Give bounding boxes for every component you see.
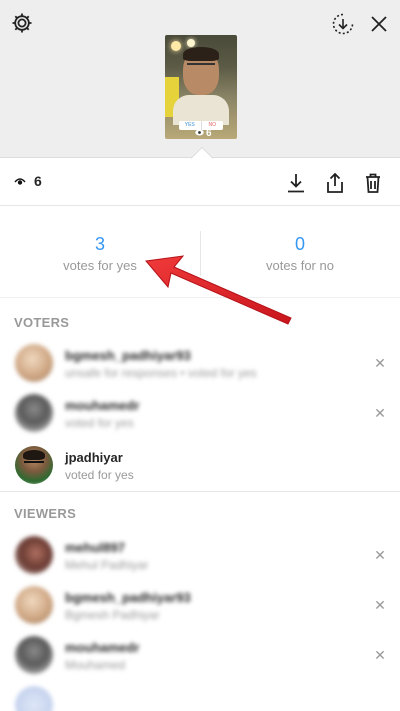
viewer-username[interactable]: mehul897 bbox=[65, 540, 125, 555]
download-icon[interactable] bbox=[283, 170, 309, 196]
view-count[interactable]: 6 bbox=[14, 173, 42, 189]
voter-username[interactable]: mouhamedr bbox=[65, 398, 139, 413]
voter-row[interactable]: bgmesh_padhiyar93 unsafe for responses •… bbox=[0, 338, 400, 388]
settings-gear-icon[interactable] bbox=[9, 10, 35, 36]
remove-icon[interactable]: ✕ bbox=[371, 546, 389, 564]
thumbnail-view-count: 6 bbox=[195, 128, 212, 139]
avatar[interactable] bbox=[15, 446, 53, 484]
viewer-username[interactable]: bgmesh_padhiyar93 bbox=[65, 590, 191, 605]
eye-icon bbox=[195, 128, 204, 139]
stats-bar: 6 bbox=[0, 159, 400, 206]
avatar[interactable] bbox=[15, 686, 53, 711]
remove-icon[interactable]: ✕ bbox=[371, 354, 389, 372]
voter-username[interactable]: jpadhiyar bbox=[65, 450, 123, 465]
voter-row[interactable]: mouhamedr voted for yes ✕ bbox=[0, 388, 400, 438]
voter-subtitle: unsafe for responses • voted for yes bbox=[65, 366, 257, 380]
voter-row[interactable]: jpadhiyar voted for yes bbox=[0, 440, 400, 490]
voters-section-title: VOTERS bbox=[14, 315, 70, 330]
remove-icon[interactable]: ✕ bbox=[371, 404, 389, 422]
view-count-value: 6 bbox=[34, 173, 42, 189]
section-divider bbox=[0, 491, 400, 492]
delete-trash-icon[interactable] bbox=[360, 170, 386, 196]
avatar[interactable] bbox=[15, 344, 53, 382]
poll-results: 3 votes for yes 0 votes for no bbox=[0, 206, 400, 298]
yes-vote-count: 3 bbox=[94, 234, 105, 254]
viewers-section-title: VIEWERS bbox=[14, 506, 77, 521]
story-thumbnail[interactable]: YES NO 6 bbox=[165, 35, 237, 139]
voter-username[interactable]: bgmesh_padhiyar93 bbox=[65, 348, 191, 363]
avatar[interactable] bbox=[15, 394, 53, 432]
votes-for-no[interactable]: 0 votes for no bbox=[200, 206, 400, 298]
voter-subtitle: voted for yes bbox=[65, 468, 134, 482]
yes-vote-label: votes for yes bbox=[63, 258, 137, 273]
voter-subtitle: voted for yes bbox=[65, 416, 134, 430]
avatar[interactable] bbox=[15, 536, 53, 574]
viewer-subtitle: Bgmesh Padhiyar bbox=[65, 608, 160, 622]
remove-icon[interactable]: ✕ bbox=[371, 596, 389, 614]
no-vote-label: votes for no bbox=[266, 258, 334, 273]
viewer-row[interactable] bbox=[0, 680, 400, 711]
share-icon[interactable] bbox=[322, 170, 348, 196]
viewer-subtitle: Mehul Padhiyar bbox=[65, 558, 149, 572]
viewer-username[interactable]: mouhamedr bbox=[65, 640, 139, 655]
viewer-subtitle: Mouhamed bbox=[65, 658, 126, 672]
viewer-row[interactable]: mehul897 Mehul Padhiyar ✕ bbox=[0, 530, 400, 580]
votes-for-yes[interactable]: 3 votes for yes bbox=[0, 206, 200, 298]
eye-icon bbox=[14, 173, 26, 189]
remove-icon[interactable]: ✕ bbox=[371, 646, 389, 664]
close-icon[interactable] bbox=[366, 11, 392, 37]
avatar[interactable] bbox=[15, 636, 53, 674]
avatar[interactable] bbox=[15, 586, 53, 624]
viewer-row[interactable]: mouhamedr Mouhamed ✕ bbox=[0, 630, 400, 680]
story-header: YES NO 6 bbox=[0, 0, 400, 158]
no-vote-count: 0 bbox=[294, 234, 305, 254]
viewer-row[interactable]: bgmesh_padhiyar93 Bgmesh Padhiyar ✕ bbox=[0, 580, 400, 630]
save-story-icon[interactable] bbox=[330, 11, 356, 37]
